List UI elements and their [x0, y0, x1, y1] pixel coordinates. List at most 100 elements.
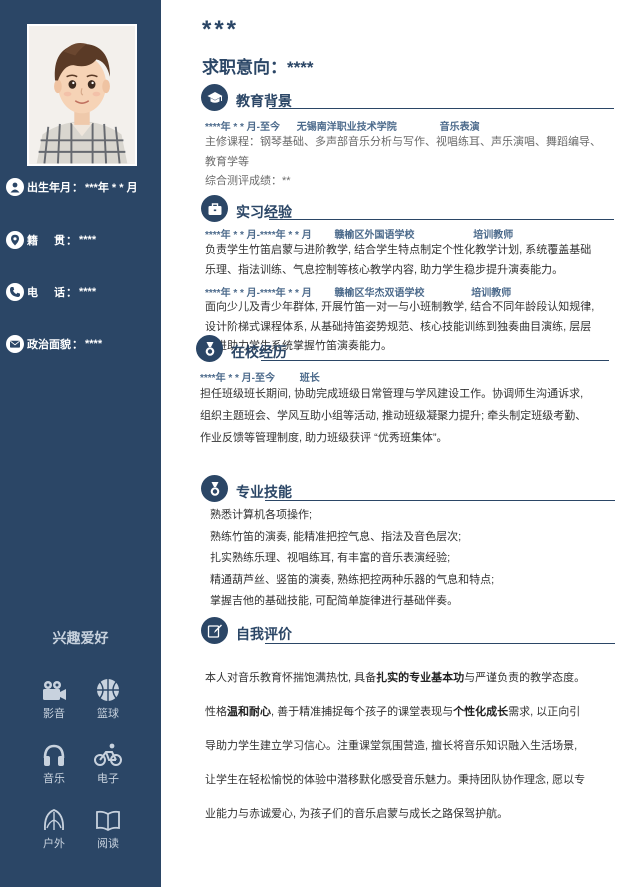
section-internship-header: 实习经验 [201, 195, 292, 222]
info-value-phone: **** [79, 286, 97, 298]
skill-item: 熟练竹笛的演奏, 能精准把控气息、指法及音色层次; [210, 530, 462, 543]
campus-period: ****年 * * 月-至今 [200, 373, 276, 384]
internship-period: ****年 * * 月-****年 * * 月 [205, 230, 312, 241]
candidate-name: *** [202, 16, 240, 43]
info-label-birth: 出生年月 [27, 182, 71, 194]
sidebar: 出生年月 ： ***年 * * 月 籍贯 ： **** 电话 ： **** 政治… [0, 0, 161, 887]
hobby-item: 阅读 [83, 806, 133, 851]
text-line: 教育学等 [205, 155, 249, 168]
book-icon [96, 810, 120, 832]
hobby-item: 音乐 [29, 741, 79, 786]
text-span: , 善于精准捕捉每个孩子的课堂表现与 [271, 706, 454, 718]
text-line: 作业反馈等管理制度, 助力班级获评 “优秀班集体”。 [200, 432, 448, 444]
text-line: 业能力与赤诚爱心, 为孩子们的音乐启蒙与成长之路保驾护航。 [205, 808, 509, 820]
text-line: 让学生在轻松愉悦的体验中潜移默化感受音乐魅力。秉持团队协作理念, 愿以专 [205, 774, 586, 786]
main-content: *** 求职意向：**** 教育背景 ****年 * * 月-至今 无锡南洋职业… [161, 0, 628, 887]
hobbies-title: 兴趣爱好 [52, 630, 109, 646]
info-value-political: **** [85, 338, 103, 350]
info-sep: ： [66, 287, 77, 299]
hobby-label: 篮球 [97, 708, 119, 720]
education-period: ****年 * * 月-至今 [205, 122, 281, 133]
profile-photo [27, 24, 137, 166]
section-title: 在校经历 [231, 344, 287, 360]
campus-description: 担任班级班长期间, 协助完成班级日常管理与学风建设工作。协调师生沟通诉求, 组织… [200, 383, 620, 449]
medal-icon [201, 475, 228, 502]
hobby-item: 电子 [83, 741, 133, 786]
section-skills-header: 专业技能 [201, 475, 292, 502]
text-span: 本人对音乐教育怀揣饱满热忱, 具备 [205, 672, 377, 684]
text-line: 组织主题班会、学风互助小组等活动, 推动班级凝聚力提升; 牵头制定班级考勤、 [200, 410, 587, 422]
job-intent-value: **** [287, 58, 314, 77]
education-school: 无锡南洋职业技术学院 [296, 122, 397, 133]
skill-item: 熟悉计算机各项操作; [210, 509, 313, 521]
internship-org: 赣榆区华杰双语学校 [334, 288, 425, 299]
campus-meta: ****年 * * 月-至今 班长 [200, 369, 320, 384]
basketball-icon [97, 679, 119, 701]
info-value-hometown: **** [79, 234, 97, 246]
job-intent: 求职意向：**** [202, 53, 313, 78]
info-sep: ： [72, 339, 83, 351]
internship-role: 培训教师 [471, 288, 512, 299]
text-span: 需求, 以正向引 [508, 706, 581, 718]
camera-icon [43, 681, 66, 700]
section-divider [269, 108, 614, 109]
hobby-label: 户外 [43, 838, 65, 850]
skills-list: 熟悉计算机各项操作; 熟练竹笛的演奏, 能精准把控气息、指法及音色层次; 扎实熟… [210, 505, 620, 613]
text-line: 面向少儿及青少年群体, 开展竹笛一对一与小班制教学, 结合不同年龄段认知规律, [205, 301, 595, 313]
graduation-cap-icon [201, 84, 228, 111]
info-hometown: 籍贯 ： **** [6, 231, 96, 249]
info-sep: ： [66, 235, 77, 247]
hobby-label: 电子 [97, 773, 119, 785]
cycling-icon [94, 743, 122, 766]
text-line: 担任班级班长期间, 协助完成班级日常管理与学风建设工作。协调师生沟通诉求, [200, 388, 584, 400]
education-meta: ****年 * * 月-至今 无锡南洋职业技术学院 音乐表演 [205, 118, 480, 133]
section-title: 专业技能 [236, 484, 292, 500]
job-intent-label: 求职意向： [202, 58, 287, 77]
location-pin-icon [6, 231, 24, 249]
skill-item: 扎实熟练乐理、视唱练耳, 有丰富的音乐表演经验; [210, 552, 451, 564]
leaf-icon [44, 809, 64, 831]
internship-meta: ****年 * * 月-****年 * * 月 赣榆区外国语学校 培训教师 [205, 226, 513, 241]
section-title: 自我评价 [236, 626, 292, 642]
text-line: 主修课程：钢琴基础、多声部音乐分析与写作、视唱练耳、声乐演唱、舞蹈编导、 [205, 136, 601, 148]
section-divider [261, 360, 609, 361]
internship-meta: ****年 * * 月-****年 * * 月 赣榆区华杰双语学校 培训教师 [205, 284, 511, 299]
text-line: 本人对音乐教育怀揣饱满热忱, 具备扎实的专业基本功与严谨负责的教学态度。 [205, 661, 615, 695]
hobby-label: 影音 [43, 708, 65, 720]
hobby-label: 阅读 [97, 838, 119, 850]
info-sep: ： [72, 182, 83, 194]
info-political: 政治面貌 ： **** [6, 335, 102, 353]
internship-description: 负责学生竹笛启蒙与进阶教学, 结合学生特点制定个性化教学计划, 系统覆盖基础 乐… [205, 241, 621, 280]
emphasis-text: 温和耐心 [227, 706, 271, 718]
internship-org: 赣榆区外国语学校 [334, 230, 415, 241]
campus-role: 班长 [299, 373, 320, 384]
hobby-label: 音乐 [43, 773, 65, 785]
section-self-eval-header: 自我评价 [201, 617, 292, 644]
education-major: 音乐表演 [439, 122, 480, 133]
section-divider [265, 643, 615, 644]
education-courses: 主修课程：钢琴基础、多声部音乐分析与写作、视唱练耳、声乐演唱、舞蹈编导、 教育学… [205, 133, 617, 192]
section-campus-header: 在校经历 [196, 335, 287, 362]
headphones-icon [43, 744, 65, 766]
text-span: 与严谨负责的教学态度。 [464, 672, 586, 684]
section-divider [269, 219, 614, 220]
section-divider [265, 500, 615, 501]
avatar [29, 26, 135, 164]
skill-item: 掌握吉他的基础技能, 可配简单旋律进行基础伴奏。 [210, 595, 459, 607]
info-phone: 电话 ： **** [6, 283, 96, 301]
info-value-birth: ***年 * * 月 [85, 182, 138, 194]
text-line: 负责学生竹笛启蒙与进阶教学, 结合学生特点制定个性化教学计划, 系统覆盖基础 [205, 244, 592, 256]
text-line: 导助力学生建立学习信心。注重课堂氛围营造, 擅长将音乐知识融入生活场景, [205, 740, 578, 752]
person-icon [6, 178, 24, 196]
education-gpa: 综合测评成绩：** [205, 175, 291, 187]
emphasis-text: 扎实的专业基本功 [376, 672, 465, 684]
phone-icon [6, 283, 24, 301]
info-label-political: 政治面貌 [27, 339, 71, 351]
internship-period: ****年 * * 月-****年 * * 月 [205, 288, 312, 299]
text-span: 性格 [205, 706, 227, 718]
skill-item: 精通葫芦丝、竖笛的演奏, 熟练把控两种乐器的气息和特点; [210, 573, 495, 586]
edit-icon [201, 617, 228, 644]
info-birth: 出生年月 ： ***年 * * 月 [6, 178, 138, 196]
mail-icon [6, 335, 24, 353]
self-evaluation-text: 本人对音乐教育怀揣饱满热忱, 具备扎实的专业基本功与严谨负责的教学态度。 性格温… [205, 661, 615, 831]
